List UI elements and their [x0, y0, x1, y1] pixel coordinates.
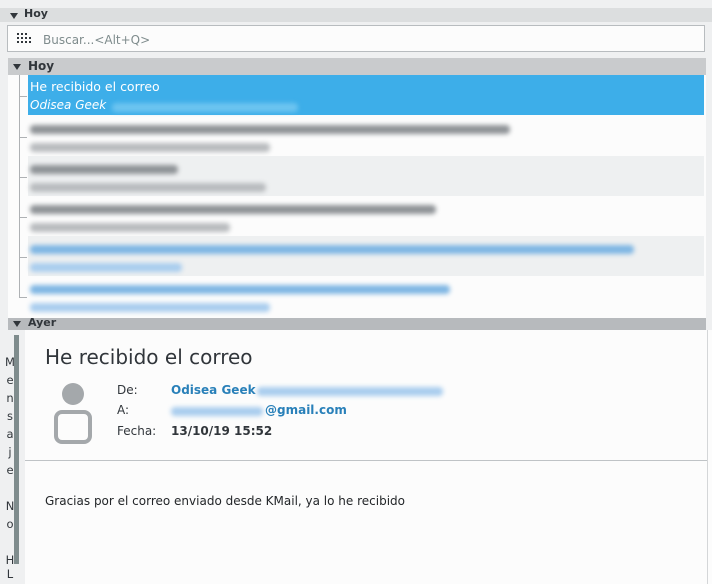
redacted-sender: [30, 143, 270, 152]
date-label: Fecha:: [117, 424, 157, 438]
message-row[interactable]: [28, 156, 704, 196]
group-header-yesterday-label: Ayer: [28, 316, 57, 329]
side-letter: M: [5, 355, 15, 369]
header-separator: [25, 460, 708, 461]
tree-tick: [19, 257, 27, 258]
group-header-ghost: Hoy: [0, 7, 712, 22]
redacted-subject: [30, 205, 436, 214]
side-letter: e: [6, 373, 14, 387]
redacted-to-user: [171, 407, 263, 416]
side-letter: n: [6, 391, 14, 405]
side-letter: a: [6, 427, 14, 441]
redacted-subject: [30, 125, 510, 134]
message-row[interactable]: [28, 236, 704, 276]
redacted-subject: [30, 245, 634, 254]
side-letter: L: [6, 567, 14, 581]
thread-tree-line: [19, 75, 20, 297]
side-letter: N: [5, 499, 15, 513]
side-letter: H: [5, 553, 15, 567]
message-row[interactable]: [28, 196, 704, 236]
redacted-subject: [30, 165, 178, 174]
redacted-sender: [30, 223, 230, 232]
redacted-email: [112, 103, 298, 112]
collapse-arrow-icon[interactable]: [13, 321, 21, 327]
redacted-sender: [30, 303, 270, 312]
tree-tick: [19, 217, 27, 218]
from-label: De:: [117, 383, 138, 397]
group-header-yesterday[interactable]: Ayer: [8, 316, 706, 330]
tree-tick: [19, 96, 27, 97]
redacted-subject: [30, 285, 450, 294]
tree-tick: [19, 177, 27, 178]
collapse-arrow-icon: [10, 13, 18, 19]
group-header-today[interactable]: Hoy: [8, 58, 706, 75]
side-letter: j: [8, 445, 12, 459]
collapse-arrow-icon[interactable]: [13, 64, 21, 70]
message-row-selected[interactable]: He recibido el correo Odisea Geek: [28, 75, 704, 115]
date-value: 13/10/19 15:52: [171, 424, 273, 438]
message-viewer: He recibido el correo De: Odisea Geek A:…: [25, 330, 712, 584]
group-header-today-label: Hoy: [28, 59, 55, 73]
message-body: Gracias por el correo enviado desde KMai…: [45, 494, 405, 508]
contact-avatar-icon: [54, 383, 92, 444]
group-header-ghost-label: Hoy: [24, 7, 48, 20]
tree-tick: [19, 137, 27, 138]
filter-icon[interactable]: [17, 33, 31, 45]
side-letter: o: [6, 517, 14, 531]
redacted-sender: [30, 263, 182, 272]
side-letter: s: [7, 409, 13, 423]
redacted-from-email: [257, 387, 443, 396]
message-row[interactable]: [28, 116, 704, 156]
message-row[interactable]: [28, 276, 704, 316]
tree-tick: [19, 297, 27, 298]
message-title: He recibido el correo: [45, 345, 253, 369]
message-subject: He recibido el correo: [30, 79, 160, 94]
redacted-sender: [30, 183, 266, 192]
quick-search-bar: [7, 25, 705, 52]
to-label: A:: [117, 403, 130, 417]
to-email-link[interactable]: @gmail.com: [265, 403, 347, 417]
reader-right-border: [707, 330, 708, 584]
side-letter: e: [6, 463, 14, 477]
message-sender: Odisea Geek: [30, 98, 107, 112]
vertical-side-label: M e n s a j e N o H L: [5, 335, 19, 584]
search-input[interactable]: [41, 30, 685, 50]
from-name-link[interactable]: Odisea Geek: [171, 383, 256, 397]
message-list[interactable]: He recibido el correo Odisea Geek: [8, 75, 706, 318]
